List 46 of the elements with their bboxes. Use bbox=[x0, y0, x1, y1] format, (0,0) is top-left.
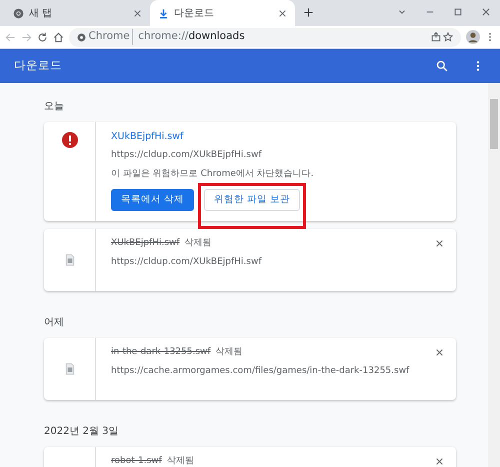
star-icon[interactable] bbox=[443, 32, 453, 42]
date-heading: 오늘 bbox=[44, 100, 65, 114]
page-title: 다운로드 bbox=[14, 57, 63, 74]
file-url: https://cldup.com/XUkBEjpfHi.swf bbox=[111, 256, 263, 268]
share-icon[interactable] bbox=[430, 32, 440, 42]
close-icon[interactable] bbox=[481, 7, 491, 17]
scrollbar[interactable] bbox=[488, 83, 500, 467]
new-tab-icon[interactable] bbox=[303, 7, 314, 18]
file-url: https://cache.armorgames.com/files/games/in-the-dark-13255.swf bbox=[111, 364, 410, 378]
status-text: 삭제됨 bbox=[184, 237, 212, 250]
tab-title: 새 탭 bbox=[29, 6, 54, 20]
close-icon[interactable] bbox=[133, 8, 142, 18]
scrollbar-thumb[interactable] bbox=[490, 99, 498, 149]
file-name: XUkBEjpfHi.swf bbox=[111, 237, 180, 250]
file-name: robot-1.swf bbox=[111, 455, 162, 467]
site-label: Chrome bbox=[88, 29, 130, 44]
site-info-icon bbox=[77, 32, 86, 42]
download-icon bbox=[158, 8, 169, 18]
date-heading: 2022년 2월 3일 bbox=[44, 425, 120, 439]
remove-button[interactable]: 목록에서 삭제 bbox=[111, 188, 194, 211]
close-icon[interactable] bbox=[278, 8, 287, 18]
browser-tab[interactable]: 다운로드 bbox=[150, 0, 295, 26]
chrome-icon bbox=[13, 8, 24, 18]
avatar-icon[interactable] bbox=[466, 30, 480, 44]
close-icon[interactable] bbox=[435, 457, 444, 466]
tab-title: 다운로드 bbox=[174, 6, 215, 20]
status-text: 삭제됨 bbox=[166, 455, 194, 467]
maximize-icon[interactable] bbox=[453, 7, 463, 17]
file-url: https://cldup.com/XUkBEjpfHi.swf bbox=[111, 149, 263, 162]
address-bar[interactable]: Chrome chrome://downloads bbox=[69, 28, 461, 46]
close-icon[interactable] bbox=[435, 239, 444, 248]
reload-icon[interactable] bbox=[37, 32, 48, 42]
file-name: in-the-dark-13255.swf bbox=[111, 346, 211, 359]
date-heading: 어제 bbox=[44, 316, 65, 330]
file-name-link[interactable]: XUkBEjpfHi.swf bbox=[111, 130, 184, 144]
home-icon[interactable] bbox=[53, 32, 64, 42]
status-text: 삭제됨 bbox=[216, 346, 243, 359]
file-icon bbox=[64, 253, 76, 267]
file-icon bbox=[64, 362, 76, 376]
keep-button[interactable]: 위험한 파일 보관 bbox=[204, 188, 300, 211]
error-icon bbox=[62, 132, 78, 148]
browser-tab[interactable]: 새 탭 bbox=[5, 0, 150, 26]
url-text: chrome://downloads bbox=[132, 29, 245, 45]
close-icon[interactable] bbox=[435, 348, 444, 358]
warning-text: 이 파일은 위험하므로 Chrome에서 차단했습니다. bbox=[111, 168, 315, 181]
search-icon[interactable] bbox=[436, 60, 448, 72]
